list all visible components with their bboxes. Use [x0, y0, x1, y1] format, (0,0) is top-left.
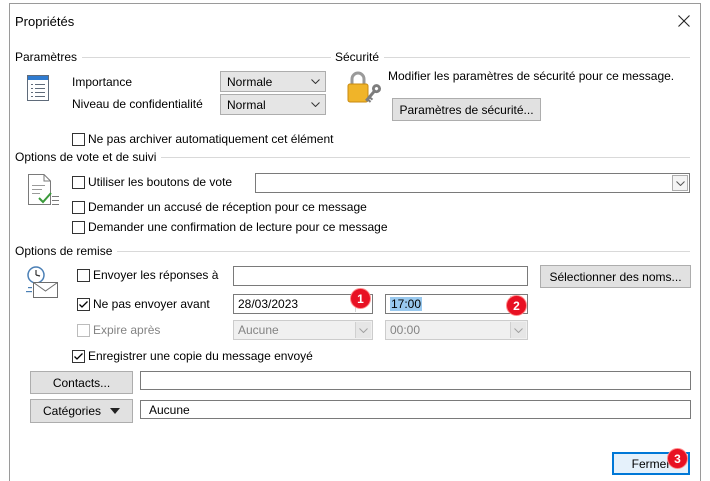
contacts-button-label: Contacts...: [52, 375, 111, 390]
security-description: Modifier les paramètres de sécurité pour…: [388, 69, 675, 83]
select-names-button[interactable]: Sélectionner des noms...: [540, 265, 691, 288]
save-sent-copy-checkbox[interactable]: [72, 350, 85, 363]
expires-after-date-dropdown: [355, 322, 371, 338]
properties-dialog: Propriétés Paramètres Importance Normale…: [0, 0, 710, 481]
deliver-after-date-value: 28/03/2023: [238, 297, 299, 311]
annotation-badge-1: 1: [350, 288, 371, 309]
annotation-badge-2: 2: [506, 295, 527, 316]
expires-after-date-value: Aucune: [238, 323, 279, 337]
dropdown-arrow-icon: [110, 408, 121, 414]
chevron-down-icon: [311, 79, 320, 84]
replies-to-input[interactable]: [233, 266, 528, 286]
expires-after-date-picker: Aucune: [233, 320, 373, 340]
sensitivity-select[interactable]: Normal: [220, 94, 326, 115]
group-divider: [384, 57, 690, 58]
no-autoarchive-checkbox[interactable]: [72, 133, 85, 146]
close-dialog-button-label: Fermer: [631, 456, 671, 471]
read-receipt-checkbox[interactable]: [72, 221, 85, 234]
security-settings-button[interactable]: Paramètres de sécurité...: [392, 98, 541, 121]
voting-checklist-icon: [28, 174, 59, 205]
checkmark-icon: [74, 353, 83, 360]
expires-after-label: Expire après: [93, 323, 161, 337]
security-settings-button-label: Paramètres de sécurité...: [399, 102, 534, 117]
read-receipt-label: Demander une confirmation de lecture pou…: [88, 220, 388, 234]
categories-button[interactable]: Catégories: [30, 399, 133, 423]
deliver-after-time-value: 17:00: [390, 297, 423, 311]
close-icon: [678, 15, 690, 27]
chevron-down-icon: [311, 102, 320, 107]
chevron-down-icon: [359, 327, 368, 333]
chevron-down-icon: [675, 180, 685, 186]
sensitivity-value: Normal: [227, 97, 266, 112]
importance-select[interactable]: Normale: [220, 71, 326, 92]
do-not-deliver-before-label: Ne pas envoyer avant: [93, 297, 210, 311]
save-sent-copy-label: Enregistrer une copie du message envoyé: [88, 349, 313, 363]
voting-group-header: Options de vote et de suivi: [15, 150, 690, 165]
use-voting-buttons-label: Utiliser les boutons de vote: [88, 175, 233, 189]
use-voting-buttons-checkbox[interactable]: [72, 176, 85, 189]
delivery-receipt-label: Demander un accusé de réception pour ce …: [88, 200, 367, 214]
properties-list-icon: [27, 75, 49, 101]
select-names-button-label: Sélectionner des noms...: [549, 269, 682, 284]
settings-group-header: Paramètres: [15, 50, 331, 65]
security-group-label: Sécurité: [335, 50, 380, 64]
padlock-key-icon: [347, 71, 381, 103]
expires-after-checkbox: [77, 324, 90, 337]
annotation-badge-3: 3: [667, 448, 688, 469]
window-title: Propriétés: [15, 14, 75, 29]
sensitivity-label: Niveau de confidentialité: [72, 97, 203, 111]
chevron-down-icon: [514, 327, 523, 333]
delivery-group-header: Options de remise: [15, 244, 690, 259]
expires-after-time-value: 00:00: [390, 323, 421, 337]
categories-input[interactable]: Aucune: [140, 400, 691, 419]
categories-button-label: Catégories: [42, 404, 102, 418]
expires-after-time-dropdown: [510, 322, 526, 338]
settings-group-label: Paramètres: [15, 50, 78, 64]
close-button[interactable]: [672, 9, 696, 33]
importance-value: Normale: [227, 74, 273, 89]
replies-to-label: Envoyer les réponses à: [93, 268, 219, 282]
do-not-deliver-before-checkbox[interactable]: [77, 298, 90, 311]
security-group-header: Sécurité: [335, 50, 690, 65]
group-divider: [161, 157, 690, 158]
importance-label: Importance: [72, 75, 133, 89]
delivery-receipt-checkbox[interactable]: [72, 201, 85, 214]
categories-value: Aucune: [149, 402, 190, 417]
checkmark-icon: [79, 301, 88, 308]
contacts-input[interactable]: [140, 371, 691, 390]
contacts-button[interactable]: Contacts...: [30, 371, 133, 394]
voting-group-label: Options de vote et de suivi: [15, 150, 157, 164]
voting-buttons-dropdown[interactable]: [672, 175, 688, 191]
replies-to-checkbox[interactable]: [77, 269, 90, 282]
delivery-group-label: Options de remise: [15, 244, 113, 258]
no-autoarchive-label: Ne pas archiver automatiquement cet élém…: [88, 132, 334, 146]
expires-after-time-picker: 00:00: [385, 320, 528, 340]
voting-buttons-combo[interactable]: [255, 173, 690, 193]
clock-envelope-icon: [26, 266, 58, 298]
group-divider: [82, 57, 331, 58]
group-divider: [117, 251, 690, 252]
